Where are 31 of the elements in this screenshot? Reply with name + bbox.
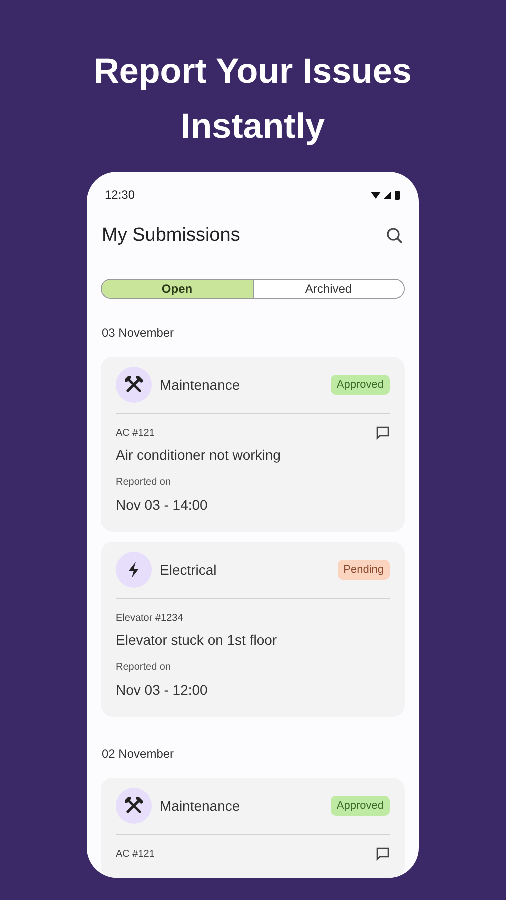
segment-tab[interactable]: Archived [252, 280, 404, 298]
category-label: Electrical [160, 560, 217, 580]
issue-title: Elevator stuck on 1st floor [116, 631, 278, 650]
issue-card[interactable]: Electrical Pending Elevator #1234 Elevator stuck on 1st floor Reported on Nov 03 - 12:00 [101, 542, 405, 717]
asset-id: AC #121 [116, 848, 155, 862]
headline: Report Your Issues Instantly [93, 51, 413, 148]
status-badge: Pending [338, 560, 390, 580]
screen-title: My Submissions [102, 224, 240, 248]
tools-icon [125, 376, 143, 394]
comment-icon[interactable] [376, 426, 390, 440]
issue-card[interactable]: Maintenance Approved AC #121 [101, 778, 405, 878]
issue-title: Air conditioner not working [116, 446, 281, 465]
reported-label: Reported on [116, 661, 172, 675]
category-label: Maintenance [160, 796, 240, 816]
search-icon[interactable] [386, 227, 404, 246]
asset-id: Elevator #1234 [116, 612, 184, 626]
asset-id: AC #121 [116, 427, 156, 441]
date-heading: 02 November [101, 746, 176, 763]
status-icons [371, 190, 401, 200]
status-time: 12:30 [105, 187, 136, 204]
status-badge: Approved [330, 374, 390, 396]
reported-label: Reported on [116, 476, 172, 490]
tools-icon [125, 797, 143, 815]
date-heading: 03 November [101, 325, 176, 342]
status-badge: Approved [330, 796, 390, 816]
category-label: Maintenance [160, 376, 240, 394]
reported-time: Nov 03 - 14:00 [116, 496, 209, 515]
reported-time: Nov 03 - 12:00 [116, 681, 209, 700]
segment-tab[interactable]: Open [102, 280, 252, 298]
comment-icon[interactable] [376, 847, 390, 861]
issue-card[interactable]: Maintenance Approved AC #121 Air conditioner not working Reported on Nov 03 - 14:00 [101, 357, 405, 532]
